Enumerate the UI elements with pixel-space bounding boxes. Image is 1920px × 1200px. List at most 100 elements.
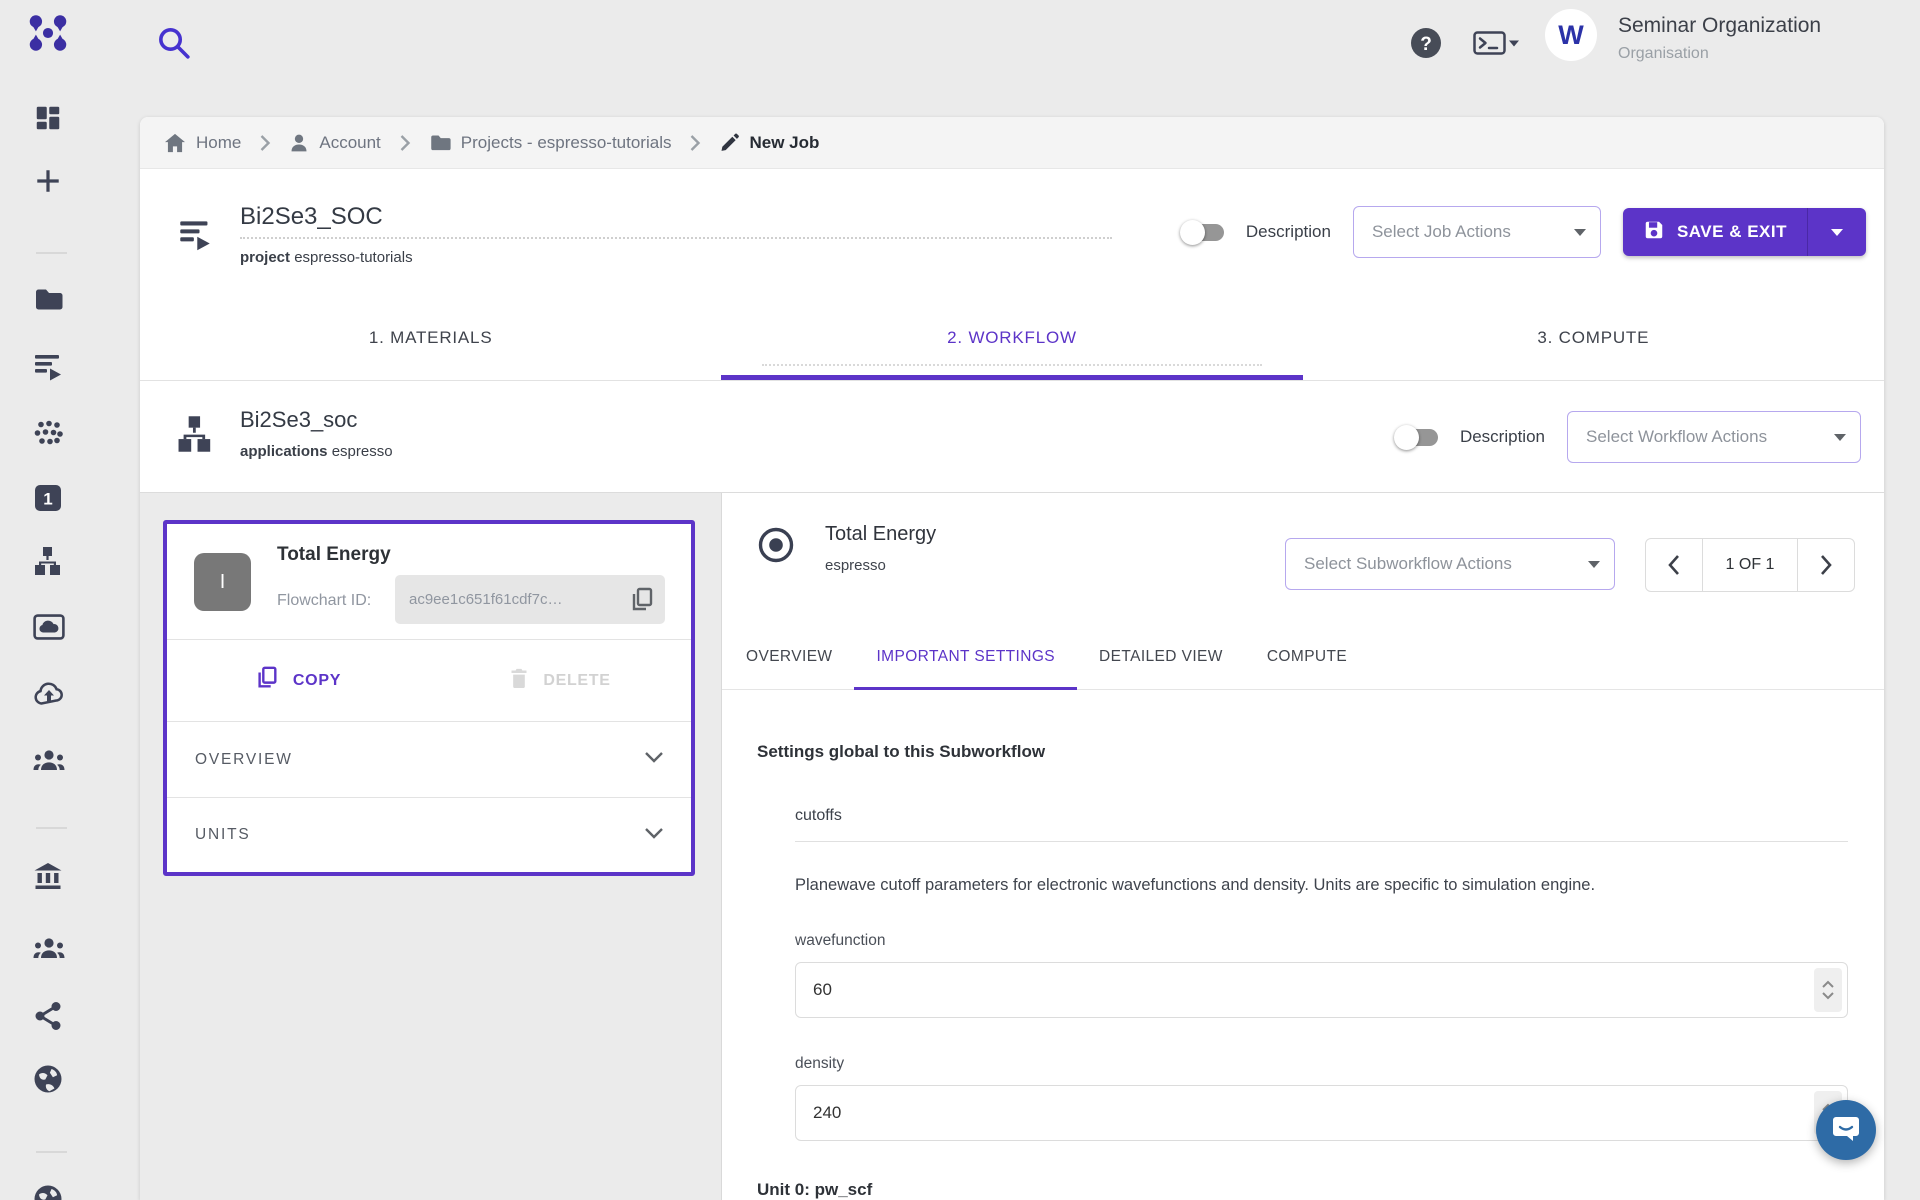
materials-icon[interactable] — [33, 420, 63, 450]
unit-overview-accordion[interactable]: OVERVIEW — [167, 722, 691, 797]
job-controls: Description Select Job Actions — [1182, 169, 1866, 295]
media-icon[interactable] — [33, 613, 63, 643]
tab-workflow[interactable]: 2. WORKFLOW — [721, 295, 1302, 380]
tab-important-settings-label: IMPORTANT SETTINGS — [876, 648, 1055, 666]
density-label: density — [795, 1055, 1848, 1073]
pager-next-button[interactable] — [1798, 539, 1854, 591]
breadcrumb-home-label: Home — [196, 133, 241, 153]
workflow-icon — [176, 414, 214, 458]
app-root: 1 — [0, 0, 1920, 1200]
job-icon — [175, 218, 215, 252]
workflow-title: Bi2Se3_soc — [240, 407, 357, 433]
flowchart-id-value: ac9ee1c651f61cdf7c… — [409, 591, 629, 608]
copy-id-icon[interactable] — [629, 587, 655, 613]
subworkflow-actions-select[interactable]: Select Subworkflow Actions — [1285, 538, 1615, 590]
chevron-down-icon — [643, 749, 665, 770]
unit-badge: I — [194, 553, 251, 611]
workflow-actions-select[interactable]: Select Workflow Actions — [1567, 411, 1861, 463]
job-actions-select[interactable]: Select Job Actions — [1353, 206, 1601, 258]
trash-icon — [509, 667, 529, 694]
chat-launcher-button[interactable] — [1816, 1100, 1876, 1160]
workflow-description-toggle[interactable] — [1396, 429, 1438, 446]
dashboard-icon[interactable] — [33, 103, 63, 133]
tab-materials-label: 1. MATERIALS — [369, 328, 493, 348]
tab-overview[interactable]: OVERVIEW — [724, 625, 854, 689]
tab-important-settings[interactable]: IMPORTANT SETTINGS — [854, 625, 1077, 689]
tab-compute-label: 3. COMPUTE — [1537, 328, 1649, 348]
flowchart-id-chip[interactable]: ac9ee1c651f61cdf7c… — [395, 575, 665, 624]
globe-icon[interactable] — [33, 1064, 63, 1094]
svg-text:1: 1 — [43, 490, 52, 509]
wavefunction-label: wavefunction — [795, 932, 1848, 950]
selected-unit-card[interactable]: I Total Energy Flowchart ID: ac9ee1c651f… — [163, 520, 695, 876]
sidebar-divider — [36, 252, 67, 254]
job-header: Bi2Se3_SOC project espresso-tutorials De… — [140, 169, 1884, 295]
person-icon — [289, 133, 309, 153]
chevron-right-icon — [689, 134, 701, 152]
wavefunction-input[interactable] — [796, 963, 1847, 1017]
tab-detailed-view[interactable]: DETAILED VIEW — [1077, 625, 1245, 689]
copy-icon — [255, 666, 279, 695]
globe-icon[interactable] — [33, 1184, 63, 1200]
wavefunction-stepper[interactable] — [1814, 968, 1842, 1012]
tab-compute[interactable]: COMPUTE — [1245, 625, 1369, 689]
organization-icon[interactable] — [33, 862, 63, 892]
tab-materials[interactable]: 1. MATERIALS — [140, 295, 721, 380]
job-description-toggle-label: Description — [1246, 222, 1331, 242]
save-exit-menu-button[interactable] — [1808, 208, 1866, 256]
pager-status: 1 OF 1 — [1702, 539, 1798, 591]
jobs-icon[interactable] — [33, 352, 63, 382]
workflow-header: Bi2Se3_soc applications espresso Descrip… — [140, 381, 1884, 493]
breadcrumb-current-label: New Job — [749, 133, 819, 153]
save-exit-button[interactable]: SAVE & EXIT — [1623, 208, 1866, 256]
unit-units-accordion[interactable]: UNITS — [167, 797, 691, 872]
mat3ra-logo-icon[interactable] — [26, 13, 70, 53]
breadcrumb-account-label: Account — [319, 133, 380, 153]
avatar[interactable]: W — [1545, 9, 1597, 61]
pager-previous-button[interactable] — [1646, 539, 1702, 591]
job-project-label: project — [240, 249, 290, 266]
job-title[interactable]: Bi2Se3_SOC — [240, 203, 1112, 239]
caret-down-icon — [1588, 561, 1600, 568]
cutoffs-group: cutoffs Planewave cutoff parameters for … — [795, 807, 1848, 1141]
workflow-controls: Description Select Workflow Actions — [1396, 381, 1861, 493]
unit-units-accordion-label: UNITS — [195, 826, 251, 844]
add-icon[interactable] — [33, 166, 63, 196]
pencil-icon — [719, 133, 739, 153]
console-menu-icon[interactable] — [1473, 31, 1519, 56]
job-actions-select-label: Select Job Actions — [1372, 222, 1511, 242]
org-switcher[interactable]: Seminar Organization Organisation — [1618, 14, 1821, 63]
search-icon[interactable] — [156, 25, 192, 61]
workflow-app-value: espresso — [332, 443, 393, 460]
density-input[interactable] — [796, 1086, 1847, 1140]
unit-copy-button[interactable]: COPY — [167, 640, 429, 721]
subworkflow-actions-select-label: Select Subworkflow Actions — [1304, 554, 1512, 574]
sidebar-divider — [36, 1151, 67, 1153]
help-icon[interactable]: ? — [1410, 27, 1442, 59]
cloud-upload-icon[interactable] — [33, 681, 63, 711]
unit-delete-label: DELETE — [543, 672, 610, 690]
unit-title: Total Energy — [277, 544, 391, 566]
job-description-toggle[interactable] — [1182, 224, 1224, 241]
unit-delete-button[interactable]: DELETE — [429, 640, 691, 721]
share-icon[interactable] — [33, 1001, 63, 1031]
breadcrumb-projects-label: Projects - espresso-tutorials — [461, 133, 672, 153]
breadcrumb-home[interactable]: Home — [164, 133, 241, 153]
workflow-description-toggle-label: Description — [1460, 427, 1545, 447]
workflow-actions-select-label: Select Workflow Actions — [1586, 427, 1767, 447]
folder-icon[interactable] — [33, 286, 63, 316]
chevron-down-icon — [643, 825, 665, 846]
breadcrumb-projects[interactable]: Projects - espresso-tutorials — [429, 133, 672, 153]
breadcrumb: Home Account Projects - espresso-tutoria… — [140, 117, 1884, 169]
team-icon[interactable] — [33, 936, 63, 966]
svg-text:?: ? — [1420, 34, 1432, 55]
job-step-tabs: 1. MATERIALS 2. WORKFLOW 3. COMPUTE — [140, 295, 1884, 381]
breadcrumb-account[interactable]: Account — [289, 133, 380, 153]
workflows-icon[interactable] — [33, 546, 63, 576]
unit0-heading: Unit 0: pw_scf — [757, 1180, 1848, 1200]
job-project-value: espresso-tutorials — [294, 249, 412, 266]
chat-bubble-icon — [1830, 1113, 1862, 1148]
group-icon[interactable] — [33, 748, 63, 778]
tab-compute[interactable]: 3. COMPUTE — [1303, 295, 1884, 380]
unit-badge-icon[interactable]: 1 — [33, 483, 63, 513]
